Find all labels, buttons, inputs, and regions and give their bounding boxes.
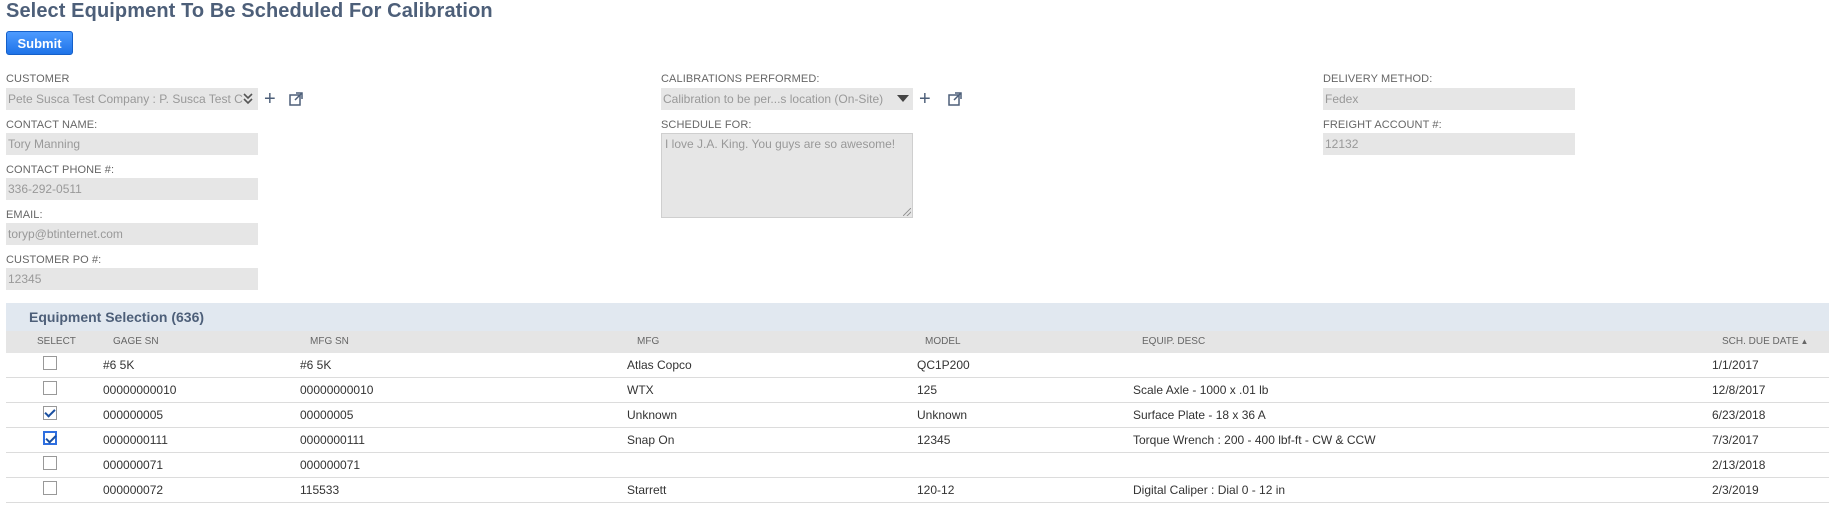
contact-name-field[interactable]: Tory Manning <box>6 133 258 155</box>
table-row[interactable]: 000000072 115533 Starrett 120-12 Digital Cal… <box>6 478 1829 503</box>
cell-mfg: WTX <box>627 383 654 397</box>
add-calibration-plus-icon[interactable]: + <box>919 89 931 109</box>
cell-model: 12345 <box>917 433 951 447</box>
cell-gage-sn: 000000071 <box>103 458 164 472</box>
email-label: EMAIL: <box>6 209 43 221</box>
caret-down-icon[interactable] <box>897 95 909 102</box>
table-row[interactable]: 000000071 000000071 2/13/2018 <box>6 453 1829 478</box>
select-checkbox[interactable] <box>43 481 57 495</box>
cell-mfg-sn: 0000000111 <box>300 433 365 447</box>
customer-po-field[interactable]: 12345 <box>6 268 258 290</box>
add-customer-plus-icon[interactable]: + <box>264 89 276 109</box>
cell-model: 125 <box>917 383 938 397</box>
calibrations-performed-label: CALIBRATIONS PERFORMED: <box>661 73 820 85</box>
cell-gage-sn: 0000000111 <box>103 433 168 447</box>
select-checkbox[interactable] <box>43 456 57 470</box>
cell-mfg: Unknown <box>627 408 678 422</box>
cell-mfg-sn: #6 5K <box>300 358 332 372</box>
table-row[interactable]: 00000000010 00000000010 WTX 125 Scale Axle -… <box>6 378 1829 403</box>
open-calibration-icon[interactable] <box>948 92 962 106</box>
contact-phone-field[interactable]: 336-292-0511 <box>6 178 258 200</box>
col-gage-sn[interactable]: GAGE SN <box>113 336 159 347</box>
open-customer-icon[interactable] <box>289 92 303 106</box>
resize-grip-icon[interactable] <box>903 208 911 216</box>
delivery-method-label: DELIVERY METHOD: <box>1323 73 1433 85</box>
cell-desc: Scale Axle - 1000 x .01 lb <box>1133 383 1269 397</box>
cell-gage-sn: #6 5K <box>103 358 135 372</box>
cell-model: Unknown <box>917 408 968 422</box>
cell-gage-sn: 000000005 <box>103 408 164 422</box>
cell-mfg-sn: 00000005 <box>300 408 354 422</box>
contact-phone-label: CONTACT PHONE #: <box>6 164 115 176</box>
freight-account-label: FREIGHT ACCOUNT #: <box>1323 119 1442 131</box>
cell-due: 2/3/2019 <box>1712 483 1759 497</box>
cell-model: QC1P200 <box>917 358 970 372</box>
cell-desc: Torque Wrench : 200 - 400 lbf-ft - CW & … <box>1133 433 1376 447</box>
col-sch-due-date-label: SCH. DUE DATE <box>1722 336 1799 347</box>
cell-model: 120-12 <box>917 483 955 497</box>
table-header: SELECT GAGE SN MFG SN MFG MODEL EQUIP. D… <box>6 331 1829 354</box>
email-field[interactable]: toryp@btinternet.com <box>6 223 258 245</box>
equipment-section-header: Equipment Selection (636) <box>6 303 1829 331</box>
cell-due: 1/1/2017 <box>1712 358 1759 372</box>
chevron-double-down-icon[interactable] <box>243 92 253 110</box>
cell-due: 6/23/2018 <box>1712 408 1766 422</box>
table-row[interactable]: #6 5K #6 5K Atlas Copco QC1P200 1/1/2017 <box>6 353 1829 378</box>
cell-mfg: Atlas Copco <box>627 358 692 372</box>
cell-mfg-sn: 115533 <box>300 483 340 497</box>
freight-account-field[interactable]: 12132 <box>1323 133 1575 155</box>
customer-label: CUSTOMER <box>6 73 70 85</box>
sort-ascending-icon: ▲ <box>1800 337 1809 346</box>
calibrations-performed-value: Calibration to be per...s location (On-S… <box>663 92 884 106</box>
calibrations-performed-select[interactable]: Calibration to be per...s location (On-S… <box>661 88 913 110</box>
cell-mfg-sn: 00000000010 <box>300 383 374 397</box>
schedule-for-textarea[interactable]: I love J.A. King. You guys are so awesom… <box>661 133 913 218</box>
col-mfg-sn[interactable]: MFG SN <box>310 336 349 347</box>
col-select[interactable]: SELECT <box>37 336 76 347</box>
cell-mfg-sn: 000000071 <box>300 458 361 472</box>
delivery-method-field[interactable]: Fedex <box>1323 88 1575 110</box>
cell-desc: Surface Plate - 18 x 36 A <box>1133 408 1266 422</box>
select-checkbox[interactable] <box>43 406 57 420</box>
page-title: Select Equipment To Be Scheduled For Cal… <box>6 0 493 22</box>
cell-desc: Digital Caliper : Dial 0 - 12 in <box>1133 483 1286 497</box>
cell-due: 12/8/2017 <box>1712 383 1766 397</box>
cell-due: 2/13/2018 <box>1712 458 1766 472</box>
cell-due: 7/3/2017 <box>1712 433 1759 447</box>
schedule-for-value: I love J.A. King. You guys are so awesom… <box>665 137 896 151</box>
cell-mfg: Snap On <box>627 433 675 447</box>
select-checkbox[interactable] <box>43 356 57 370</box>
customer-select[interactable]: Pete Susca Test Company : P. Susca Test … <box>6 88 258 110</box>
schedule-for-label: SCHEDULE FOR: <box>661 119 752 131</box>
submit-button[interactable]: Submit <box>6 31 73 55</box>
customer-value: Pete Susca Test Company : P. Susca Test … <box>8 92 243 106</box>
customer-po-label: CUSTOMER PO #: <box>6 254 102 266</box>
contact-name-label: CONTACT NAME: <box>6 119 98 131</box>
col-model[interactable]: MODEL <box>925 336 961 347</box>
cell-mfg: Starrett <box>627 483 667 497</box>
select-checkbox[interactable] <box>43 381 57 395</box>
cell-gage-sn: 00000000010 <box>103 383 177 397</box>
equipment-section-title: Equipment Selection (636) <box>29 309 205 325</box>
col-mfg[interactable]: MFG <box>637 336 659 347</box>
cell-gage-sn: 000000072 <box>103 483 164 497</box>
col-equip-desc[interactable]: EQUIP. DESC <box>1142 336 1205 347</box>
select-checkbox[interactable] <box>43 431 57 445</box>
table-row[interactable]: 0000000111 0000000111 Snap On 12345 Torque W… <box>6 428 1829 453</box>
col-sch-due-date[interactable]: SCH. DUE DATE ▲ <box>1722 336 1808 347</box>
table-row[interactable]: 000000005 00000005 Unknown Unknown Surface P… <box>6 403 1829 428</box>
